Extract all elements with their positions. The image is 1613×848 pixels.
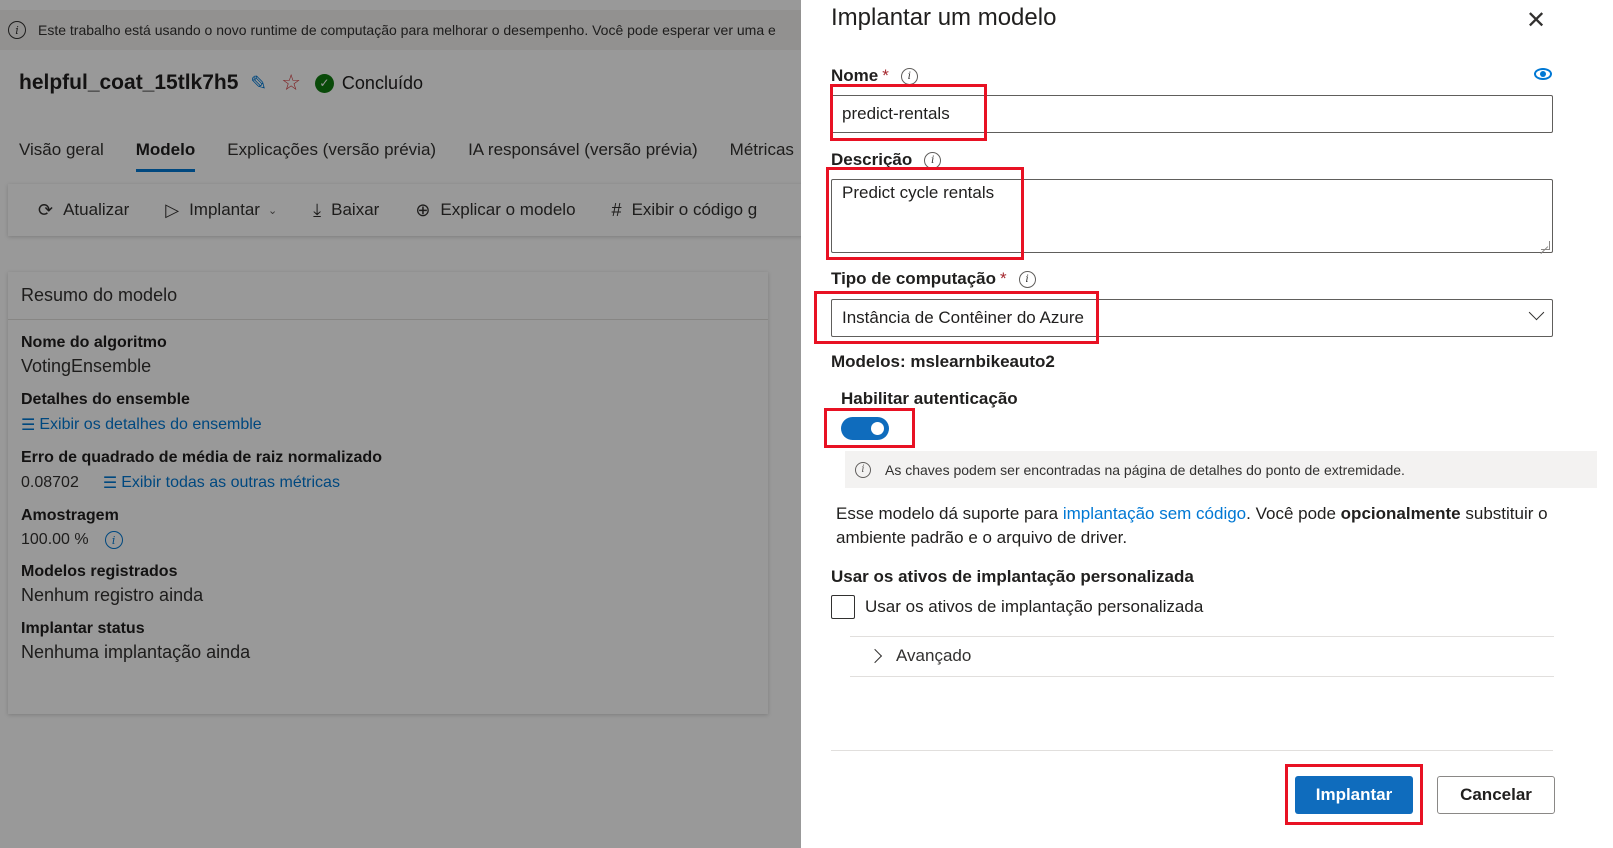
model-toolbar: ⟳ Atualizar ▷ Implantar ⌄ ⤓ Baixar ⊕ Exp… — [8, 184, 840, 236]
support-text-bold: opcionalmente — [1340, 504, 1461, 523]
support-text-part: Esse modelo dá suporte para — [836, 504, 1063, 523]
deploy-button[interactable]: Implantar — [1295, 776, 1413, 814]
refresh-icon: ⟳ — [38, 199, 54, 220]
metric-label: Erro de quadrado de média de raiz normal… — [21, 449, 382, 466]
name-label: Nome * i — [831, 66, 918, 86]
play-icon: ▷ — [165, 199, 180, 220]
info-icon[interactable]: i — [924, 151, 942, 169]
divider — [850, 636, 1554, 637]
tab-model[interactable]: Modelo — [135, 140, 195, 172]
info-icon[interactable]: i — [104, 531, 123, 549]
deploy-status-label: Implantar status — [21, 620, 145, 637]
auth-toggle[interactable] — [841, 417, 889, 440]
toggle-knob — [871, 422, 884, 435]
deploy-menu-label: Implantar — [189, 200, 260, 219]
compute-type-label: Tipo de computação * i — [831, 269, 1036, 289]
info-icon: i — [855, 461, 871, 478]
compute-type-dropdown[interactable]: Instância de Contêiner do Azure — [831, 299, 1553, 337]
custom-assets-heading: Usar os ativos de implantação personaliz… — [831, 567, 1194, 586]
close-icon[interactable]: ✕ — [1521, 6, 1551, 36]
metric-value: 0.08702 — [21, 474, 79, 491]
custom-assets-option[interactable]: Usar os ativos de implantação personaliz… — [831, 595, 1203, 619]
explain-model-label: Explicar o modelo — [440, 200, 576, 219]
info-banner: i Este trabalho está usando o novo runti… — [0, 10, 840, 50]
description-label: Descrição i — [831, 150, 942, 170]
panel-title: Implantar um modelo — [831, 4, 1057, 31]
algorithm-label: Nome do algoritmo — [21, 334, 167, 351]
sampling-value: 100.00 % — [21, 531, 89, 548]
run-tabs: Visão geral Modelo Explicações (versão p… — [19, 140, 826, 172]
model-summary-card: Resumo do modelo Nome do algoritmo Votin… — [8, 272, 768, 714]
models-line: Modelos: mslearnbikeauto2 — [831, 352, 1055, 371]
compute-type-value: Instância de Contêiner do Azure — [842, 308, 1084, 327]
name-label-text: Nome — [831, 66, 879, 85]
no-code-deploy-link[interactable]: implantação sem código — [1063, 504, 1246, 523]
tab-explanations[interactable]: Explicações (versão prévia) — [227, 140, 436, 172]
hash-icon: # — [611, 199, 622, 220]
registered-models-value: Nenhum registro ainda — [21, 585, 204, 605]
divider — [850, 676, 1554, 677]
deploy-model-panel: Implantar um modelo ✕ Nome * i predict-r… — [801, 0, 1613, 848]
all-metrics-link-text: Exibir todas as outras métricas — [121, 474, 340, 491]
no-code-support-text: Esse modelo dá suporte para implantação … — [836, 502, 1566, 550]
download-button[interactable]: ⤓ Baixar — [313, 200, 379, 221]
refresh-label: Atualizar — [63, 200, 130, 219]
summary-heading: Resumo do modelo — [8, 272, 768, 320]
sampling-label: Amostragem — [21, 507, 119, 524]
resize-grip-icon[interactable] — [1541, 241, 1550, 250]
description-textarea[interactable]: Predict cycle rentals — [831, 179, 1553, 253]
description-value: Predict cycle rentals — [842, 183, 995, 202]
registered-models-label: Modelos registrados — [21, 563, 178, 580]
edit-icon[interactable]: ✎ — [250, 71, 267, 96]
view-code-label: Exibir o código g — [631, 200, 758, 219]
explain-model-button[interactable]: ⊕ Explicar o modelo — [415, 200, 575, 221]
success-check-icon: ✓ — [314, 73, 334, 93]
custom-assets-checkbox[interactable] — [831, 595, 855, 619]
refresh-button[interactable]: ⟳ Atualizar — [38, 200, 129, 221]
deploy-menu-button[interactable]: ▷ Implantar ⌄ — [165, 200, 277, 221]
advanced-expander[interactable]: Avançado — [867, 646, 972, 666]
chevron-right-icon — [867, 648, 883, 664]
search-plus-icon: ⊕ — [415, 199, 431, 220]
download-label: Baixar — [331, 200, 380, 219]
deploy-status-value: Nenhuma implantação ainda — [21, 642, 251, 662]
auth-info-text: As chaves podem ser encontradas na págin… — [885, 461, 1405, 478]
run-status: Concluído — [341, 72, 423, 93]
tab-responsible-ai[interactable]: IA responsável (versão prévia) — [468, 140, 698, 172]
cancel-button[interactable]: Cancelar — [1437, 776, 1555, 814]
compute-type-label-text: Tipo de computação — [831, 269, 996, 288]
info-icon: i — [8, 21, 26, 39]
tab-overview[interactable]: Visão geral — [19, 140, 104, 172]
name-input[interactable]: predict-rentals — [831, 95, 1553, 133]
download-icon: ⤓ — [313, 199, 322, 220]
list-icon: ☰ — [21, 417, 36, 434]
chevron-down-icon: ⌄ — [267, 204, 278, 217]
view-code-button[interactable]: # Exibir o código g — [612, 200, 758, 221]
advanced-label: Avançado — [896, 646, 972, 665]
list-icon: ☰ — [102, 475, 118, 492]
ensemble-label: Detalhes do ensemble — [21, 391, 190, 408]
support-text-part: . Você pode — [1246, 504, 1341, 523]
info-banner-text: Este trabalho está usando o novo runtime… — [38, 22, 776, 38]
eye-icon[interactable] — [1534, 68, 1552, 80]
chevron-down-icon — [1528, 304, 1545, 321]
background-page: i Este trabalho está usando o novo runti… — [0, 0, 840, 848]
run-header: helpful_coat_15tlk7h5 ✎ ☆ ✓ Concluído — [19, 70, 423, 96]
run-title: helpful_coat_15tlk7h5 — [19, 71, 239, 94]
info-icon[interactable]: i — [1018, 270, 1036, 288]
ensemble-details-link-text: Exibir os detalhes do ensemble — [39, 416, 262, 433]
custom-assets-checkbox-label[interactable]: Usar os ativos de implantação personaliz… — [865, 597, 1203, 617]
star-icon[interactable]: ☆ — [281, 70, 301, 96]
required-marker: * — [1000, 269, 1007, 288]
auth-info-message: i As chaves podem ser encontradas na pág… — [845, 451, 1597, 488]
ensemble-details-link[interactable]: ☰ Exibir os detalhes do ensemble — [21, 415, 768, 435]
required-marker: * — [882, 66, 889, 85]
footer-divider — [831, 750, 1553, 751]
all-metrics-link[interactable]: ☰ Exibir todas as outras métricas — [103, 473, 340, 493]
info-icon[interactable]: i — [900, 67, 918, 85]
description-label-text: Descrição — [831, 150, 913, 169]
auth-label: Habilitar autenticação — [841, 389, 1018, 408]
tab-metrics[interactable]: Métricas — [730, 140, 794, 172]
algorithm-value: VotingEnsemble — [21, 356, 152, 376]
